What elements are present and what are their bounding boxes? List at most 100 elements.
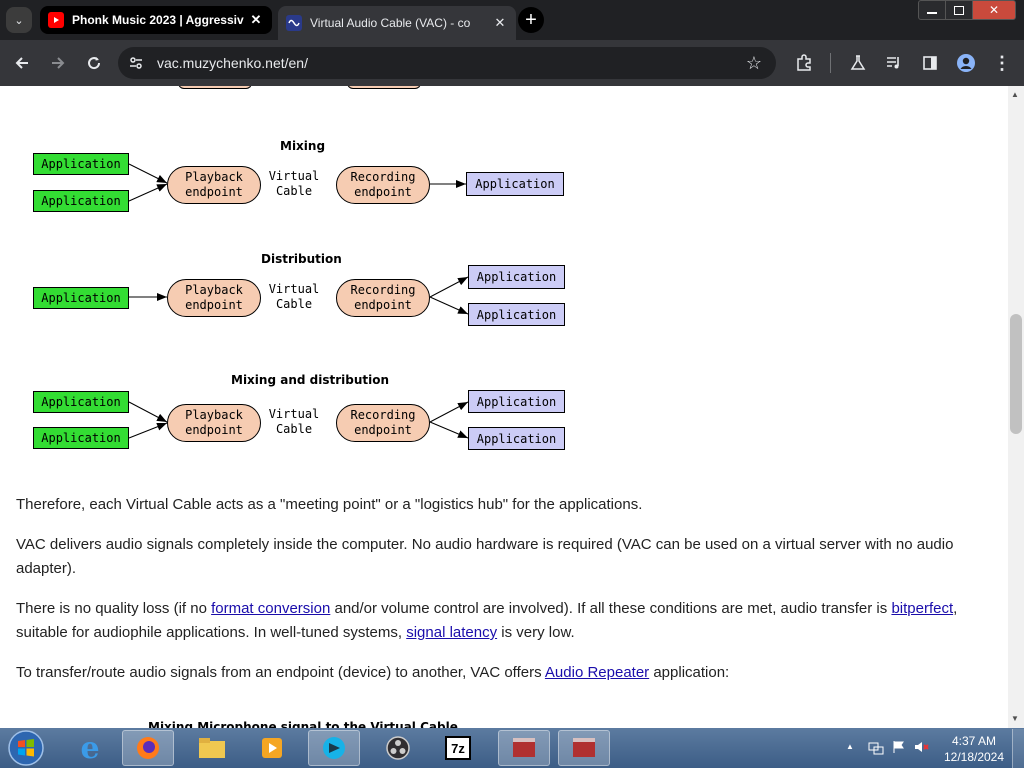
diagram-title-partial: Mixing Microphone signal to the Virtual … bbox=[148, 720, 458, 728]
toolbar-divider bbox=[830, 53, 831, 73]
windows-start-icon bbox=[8, 730, 44, 766]
playback-endpoint: Playback endpoint bbox=[167, 404, 261, 442]
minimize-button[interactable] bbox=[918, 0, 946, 20]
side-panel-button[interactable] bbox=[918, 51, 942, 75]
endpoint-label: endpoint bbox=[185, 298, 243, 312]
taskbar-obs[interactable] bbox=[372, 730, 424, 766]
forward-arrow-icon bbox=[52, 57, 65, 69]
playback-endpoint: Playback endpoint bbox=[167, 279, 261, 317]
cable-label: Cable bbox=[275, 422, 313, 436]
system-clock[interactable]: 4:37 AM 12/18/2024 bbox=[940, 733, 1008, 765]
bitperfect-link[interactable]: bitperfect bbox=[891, 600, 953, 617]
input-application-box: Application bbox=[33, 153, 129, 175]
more-vert-icon: ⋮ bbox=[993, 52, 1011, 73]
virtual-label: Virtual bbox=[268, 282, 320, 296]
scroll-down-icon[interactable]: ▼ bbox=[1011, 714, 1019, 723]
back-button[interactable] bbox=[10, 51, 34, 75]
output-application-box: Application bbox=[468, 390, 565, 413]
text-span: application: bbox=[649, 664, 730, 681]
format-conversion-link[interactable]: format conversion bbox=[211, 600, 330, 617]
taskbar-winrar-1[interactable] bbox=[498, 730, 550, 766]
endpoint-label: Playback bbox=[185, 408, 243, 422]
page-content: Mixing Application Application Playback … bbox=[0, 86, 1008, 728]
endpoint-label: Recording bbox=[350, 408, 416, 422]
playback-endpoint: Playback endpoint bbox=[167, 166, 261, 204]
input-application-box: Application bbox=[33, 427, 129, 449]
taskbar-kodi[interactable] bbox=[308, 730, 360, 766]
profile-button[interactable] bbox=[954, 51, 978, 75]
close-window-button[interactable]: ✕ bbox=[972, 0, 1016, 20]
diagram-title: Mixing and distribution bbox=[231, 373, 390, 387]
show-desktop-button[interactable] bbox=[1012, 729, 1024, 768]
virtual-label: Virtual bbox=[268, 169, 320, 183]
vac-icon bbox=[286, 15, 302, 31]
text-span: There is no quality loss (if no bbox=[16, 600, 212, 617]
url-text[interactable]: vac.muzychenko.net/en/ bbox=[157, 55, 308, 71]
restore-icon bbox=[954, 5, 964, 15]
show-hidden-icons[interactable]: ▲ bbox=[846, 742, 854, 751]
close-icon[interactable]: ✕ bbox=[248, 12, 264, 28]
endpoint-label: Playback bbox=[185, 170, 243, 184]
paragraph: There is no quality loss (if no format c… bbox=[16, 597, 976, 645]
tune-icon bbox=[130, 57, 142, 69]
close-icon[interactable]: ✕ bbox=[492, 15, 508, 31]
paragraph: Therefore, each Virtual Cable acts as a … bbox=[16, 496, 643, 513]
paragraph: To transfer/route audio signals from an … bbox=[16, 661, 976, 685]
taskbar-ie[interactable]: e bbox=[64, 730, 116, 766]
labs-button[interactable] bbox=[846, 51, 870, 75]
endpoint-label: Recording bbox=[350, 170, 416, 184]
volume-muted-icon[interactable] bbox=[914, 740, 930, 759]
signal-latency-link[interactable]: signal latency bbox=[406, 624, 497, 641]
scroll-up-icon[interactable]: ▲ bbox=[1011, 90, 1019, 99]
taskbar-firefox[interactable] bbox=[122, 730, 174, 766]
recording-endpoint: Recording endpoint bbox=[336, 404, 430, 442]
forward-button[interactable] bbox=[46, 51, 70, 75]
avatar-icon bbox=[957, 54, 975, 72]
extensions-button[interactable] bbox=[792, 51, 816, 75]
audio-repeater-link[interactable]: Audio Repeater bbox=[545, 664, 649, 681]
output-application-box: Application bbox=[468, 303, 565, 326]
network-icon[interactable] bbox=[868, 741, 884, 760]
tab-vac[interactable]: Virtual Audio Cable (VAC) - co ✕ bbox=[278, 6, 516, 40]
taskbar-explorer[interactable] bbox=[186, 730, 238, 766]
bookmark-button[interactable]: ☆ bbox=[742, 51, 766, 75]
tab-search-button[interactable]: ⌄ bbox=[6, 7, 32, 33]
diagram-title: Mixing bbox=[280, 139, 326, 153]
scrollbar-thumb[interactable] bbox=[1010, 314, 1022, 434]
winrar-icon bbox=[573, 738, 595, 757]
action-center-flag-icon[interactable] bbox=[892, 740, 906, 759]
output-application-box: Application bbox=[468, 265, 565, 289]
endpoint-label: endpoint bbox=[185, 185, 243, 199]
virtual-cable-label: Virtual Cable bbox=[262, 169, 326, 199]
maximize-button[interactable] bbox=[945, 0, 973, 20]
menu-button[interactable]: ⋮ bbox=[990, 51, 1014, 75]
reload-button[interactable] bbox=[82, 51, 106, 75]
7zip-icon: 7z bbox=[445, 736, 471, 760]
new-tab-button[interactable]: + bbox=[518, 7, 544, 33]
media-controls-button[interactable] bbox=[882, 51, 906, 75]
taskbar-winrar-2[interactable] bbox=[558, 730, 610, 766]
firefox-icon bbox=[137, 737, 159, 759]
text-span: and/or volume control are involved). If … bbox=[330, 600, 892, 617]
endpoint-label: Recording bbox=[350, 283, 416, 297]
winrar-icon bbox=[513, 738, 535, 757]
queue-music-icon bbox=[887, 57, 899, 69]
star-icon: ☆ bbox=[745, 52, 763, 73]
tab-phonk-music[interactable]: Phonk Music 2023 | Aggressive ✕ bbox=[40, 6, 272, 34]
endpoint-label: Playback bbox=[185, 283, 243, 297]
site-info-button[interactable] bbox=[124, 51, 148, 75]
endpoint-label: endpoint bbox=[354, 298, 412, 312]
endpoint-label: endpoint bbox=[185, 423, 243, 437]
input-application-box: Application bbox=[33, 190, 129, 212]
virtual-label: Virtual bbox=[268, 407, 320, 421]
taskbar-media-player[interactable] bbox=[246, 730, 298, 766]
explorer-icon bbox=[199, 738, 225, 758]
close-icon: ✕ bbox=[988, 3, 1000, 17]
obs-icon bbox=[386, 736, 410, 760]
cable-label: Cable bbox=[275, 184, 313, 198]
ie-icon: e bbox=[80, 730, 100, 766]
virtual-cable-label: Virtual Cable bbox=[262, 407, 326, 437]
taskbar-7zip[interactable]: 7z bbox=[432, 730, 484, 766]
endpoint-label: endpoint bbox=[354, 423, 412, 437]
start-button[interactable] bbox=[6, 729, 46, 767]
